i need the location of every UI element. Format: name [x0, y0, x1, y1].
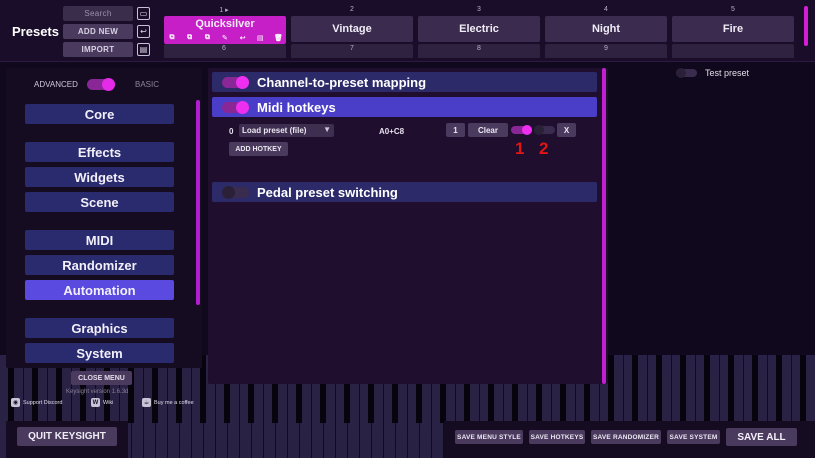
midi-hotkeys-toggle[interactable]	[222, 101, 249, 114]
undo-icon[interactable]: ↩	[137, 25, 150, 38]
slot-number-4: 4	[604, 6, 608, 13]
buy-coffee-link[interactable]: Buy me a coffee	[154, 400, 194, 406]
hotkey-toggle-2[interactable]	[534, 125, 555, 135]
copy-icon[interactable]: ⧉	[168, 34, 176, 42]
add-new-button[interactable]: ADD NEW	[63, 24, 133, 39]
preset-slot-vintage[interactable]: Vintage	[291, 16, 413, 42]
menu-midi[interactable]: MIDI	[25, 230, 174, 250]
save-hotkeys-button[interactable]: SAVE HOTKEYS	[529, 430, 585, 444]
preset-slot-electric[interactable]: Electric	[418, 16, 540, 42]
save-icon[interactable]: ▤	[137, 43, 150, 56]
discord-icon[interactable]: ◉	[11, 398, 20, 407]
hotkey-keys[interactable]: A0+C8	[379, 127, 404, 136]
mode-basic-label: BASIC	[135, 80, 160, 89]
dropdown-arrow-icon: ▼	[323, 125, 331, 134]
slot-number-6: 6	[222, 45, 226, 52]
test-preset-label: Test preset	[705, 68, 750, 78]
preset-slot-name: Quicksilver	[195, 18, 255, 30]
support-discord-link[interactable]: Support Discord	[23, 400, 62, 406]
annotation-2: 2	[539, 139, 549, 158]
hotkey-toggle-1[interactable]	[511, 125, 532, 135]
section-title: Pedal preset switching	[257, 185, 398, 200]
menu-scrollbar[interactable]	[196, 100, 200, 305]
menu-graphics[interactable]: Graphics	[25, 318, 174, 338]
slot-number-2: 2	[350, 6, 354, 13]
menu-widgets[interactable]: Widgets	[25, 167, 174, 187]
test-preset-toggle[interactable]	[676, 68, 697, 78]
menu-system[interactable]: System	[25, 343, 174, 363]
copy-icon[interactable]: ⧉	[186, 34, 194, 42]
preset-scrollbar[interactable]	[804, 6, 808, 46]
hotkey-action-value: Load preset (file)	[242, 126, 307, 135]
save-menu-style-button[interactable]: SAVE MENU STYLE	[455, 430, 523, 444]
import-button[interactable]: IMPORT	[63, 42, 133, 57]
hotkey-index: 0	[229, 127, 234, 136]
edit-icon[interactable]: ✎	[221, 34, 229, 42]
hotkey-preset-number[interactable]: 1	[446, 123, 465, 137]
folder-icon[interactable]: ▭	[137, 7, 150, 20]
section-channel-mapping[interactable]: Channel-to-preset mapping	[212, 72, 597, 92]
add-hotkey-button[interactable]: ADD HOTKEY	[229, 142, 288, 156]
slot-number-7: 7	[350, 45, 354, 52]
pedal-switching-toggle[interactable]	[222, 186, 249, 199]
menu-automation[interactable]: Automation	[25, 280, 174, 300]
menu-core[interactable]: Core	[25, 104, 174, 124]
undo-icon[interactable]: ↩	[239, 34, 247, 42]
mode-advanced-label: ADVANCED	[34, 80, 78, 89]
hotkey-clear-button[interactable]: Clear	[468, 123, 508, 137]
preset-slot-quicksilver[interactable]: Quicksilver ⧉ ⧉ ⧉ ✎ ↩ ▤ 🗑	[164, 16, 286, 44]
preset-slot-night[interactable]: Night	[545, 16, 667, 42]
wiki-icon[interactable]: W	[91, 398, 100, 407]
toggle-knob	[236, 76, 249, 89]
save-system-button[interactable]: SAVE SYSTEM	[667, 430, 720, 444]
search-input[interactable]: Search	[63, 6, 133, 21]
section-title: Channel-to-preset mapping	[257, 75, 427, 90]
save-icon[interactable]: ▤	[256, 34, 264, 42]
slot-number-3: 3	[477, 6, 481, 13]
hotkey-remove-button[interactable]: X	[557, 123, 576, 137]
automation-scrollbar[interactable]	[602, 68, 606, 384]
hotkey-action-select[interactable]: Load preset (file) ▼	[239, 124, 334, 137]
slot-number-5: 5	[731, 6, 735, 13]
menu-randomizer[interactable]: Randomizer	[25, 255, 174, 275]
menu-effects[interactable]: Effects	[25, 142, 174, 162]
save-all-button[interactable]: SAVE ALL	[726, 428, 797, 446]
toggle-knob	[222, 186, 235, 199]
section-pedal-switching[interactable]: Pedal preset switching	[212, 182, 597, 202]
slot-number-1: 1 ▸	[219, 7, 229, 14]
section-title: Midi hotkeys	[257, 100, 336, 115]
preset-slot-tools: ⧉ ⧉ ⧉ ✎ ↩ ▤ 🗑	[168, 34, 283, 42]
slot-number-8: 8	[477, 45, 481, 52]
slot-number-9: 9	[604, 45, 608, 52]
coffee-icon[interactable]: ☕	[142, 398, 151, 407]
menu-scene[interactable]: Scene	[25, 192, 174, 212]
annotation-1: 1	[515, 139, 525, 158]
copy-icon[interactable]: ⧉	[203, 34, 211, 42]
version-text: Keysight version 1.6.3d	[66, 389, 129, 395]
preset-slot-fire[interactable]: Fire	[672, 16, 794, 42]
quit-button[interactable]: QUIT KEYSIGHT	[17, 427, 117, 446]
toggle-knob	[236, 101, 249, 114]
mode-toggle[interactable]	[87, 78, 115, 91]
save-randomizer-button[interactable]: SAVE RANDOMIZER	[591, 430, 661, 444]
toggle-knob	[534, 125, 544, 135]
presets-title: Presets	[12, 24, 59, 39]
preset-slot-10[interactable]	[672, 44, 794, 58]
section-midi-hotkeys[interactable]: Midi hotkeys	[212, 97, 597, 117]
toggle-knob	[522, 125, 532, 135]
channel-mapping-toggle[interactable]	[222, 76, 249, 89]
close-menu-button[interactable]: CLOSE MENU	[71, 371, 132, 385]
wiki-link[interactable]: Wiki	[103, 400, 113, 406]
trash-icon[interactable]: 🗑	[274, 34, 283, 42]
